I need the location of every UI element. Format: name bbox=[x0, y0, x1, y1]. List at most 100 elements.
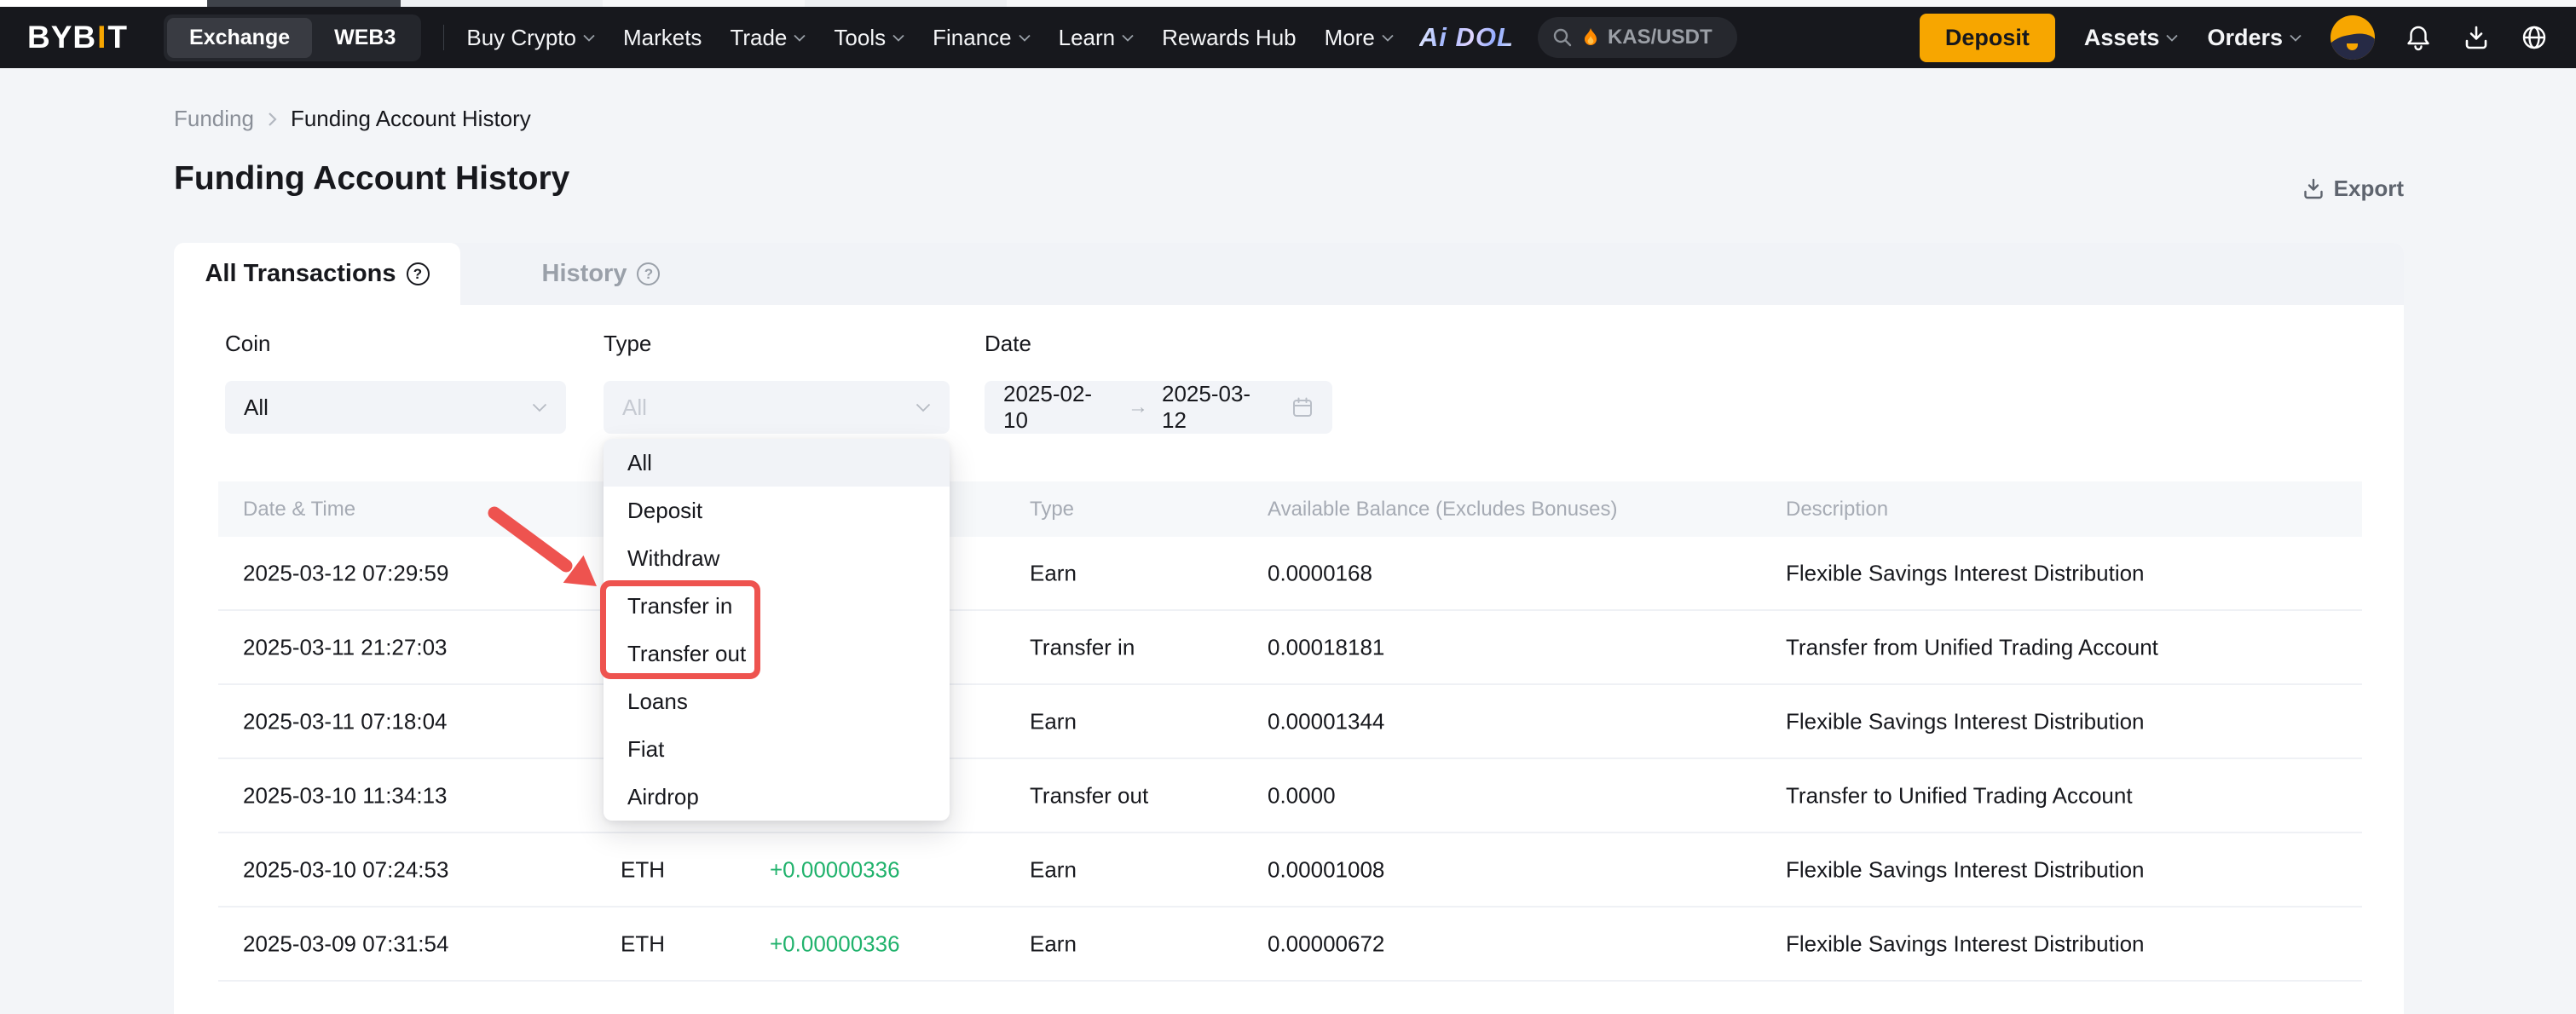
table-row: 2025-03-11 21:27:03Transfer in0.00018181… bbox=[218, 611, 2362, 685]
cell-coin: ETH bbox=[621, 930, 665, 957]
table-row: 2025-03-11 07:18:04 Earn 0.00001344 Flexibl… bbox=[218, 685, 2362, 759]
chevron-down-icon bbox=[1122, 34, 1134, 42]
cell-balance: 0.00001008 bbox=[1268, 856, 1384, 883]
table-row: 2025-03-10 11:34:13Transfer out0.0000Tra… bbox=[218, 759, 2362, 833]
chevron-down-icon bbox=[915, 403, 931, 412]
cell-coin: ETH bbox=[621, 856, 665, 883]
nav-buy-crypto[interactable]: Buy Crypto bbox=[466, 25, 595, 51]
date-to-value: 2025-03-12 bbox=[1162, 381, 1273, 434]
nav-finance[interactable]: Finance bbox=[933, 25, 1031, 51]
type-option-deposit[interactable]: Deposit bbox=[604, 487, 950, 534]
nav-rewards-hub[interactable]: Rewards Hub bbox=[1162, 25, 1297, 51]
type-dropdown-menu: AllDepositWithdrawTransfer inTransfer ou… bbox=[604, 439, 950, 821]
assets-menu[interactable]: Assets bbox=[2084, 25, 2179, 51]
exchange-web3-toggle: Exchange WEB3 bbox=[164, 14, 421, 61]
column-header-datetime: Date & Time bbox=[243, 498, 355, 521]
language-globe-icon[interactable] bbox=[2520, 23, 2549, 52]
table-body: 2025-03-12 07:29:59Earn0.0000168Flexible… bbox=[218, 537, 2362, 982]
toggle-web3[interactable]: WEB3 bbox=[312, 18, 418, 58]
table-row: 2025-03-10 07:24:53ETH+0.00000336Earn0.0… bbox=[218, 833, 2362, 907]
browser-chrome-strip bbox=[0, 0, 2576, 7]
type-select[interactable]: All bbox=[604, 381, 950, 434]
nav-more[interactable]: More bbox=[1325, 25, 1394, 51]
nav-trade[interactable]: Trade bbox=[730, 25, 806, 51]
type-filter-label: Type bbox=[604, 331, 651, 357]
coin-select-value: All bbox=[244, 395, 269, 421]
chevron-down-icon bbox=[892, 34, 904, 42]
cell-datetime: 2025-03-11 21:27:03 bbox=[243, 634, 448, 660]
cell-type: Earn bbox=[1030, 856, 1077, 883]
chevron-down-icon bbox=[1019, 34, 1031, 42]
orders-menu[interactable]: Orders bbox=[2207, 25, 2302, 51]
tab-all-transactions[interactable]: All Transactions ? bbox=[174, 243, 460, 305]
cell-description: Flexible Savings Interest Distribution bbox=[1786, 930, 2145, 957]
column-header-description: Description bbox=[1786, 498, 1888, 521]
cell-type: Earn bbox=[1030, 560, 1077, 586]
table-header-row: Date & TimeTypeAvailable Balance (Exclud… bbox=[218, 481, 2362, 537]
type-option-fiat[interactable]: Fiat bbox=[604, 725, 950, 773]
cell-balance: 0.0000168 bbox=[1268, 560, 1372, 586]
cell-balance: 0.00000672 bbox=[1268, 930, 1384, 957]
type-option-transfer-out[interactable]: Transfer out bbox=[604, 630, 950, 677]
table-row: 2025-03-09 07:31:54ETH+0.00000336Earn0.0… bbox=[218, 907, 2362, 982]
cell-datetime: 2025-03-09 07:31:54 bbox=[243, 930, 448, 957]
chevron-down-icon bbox=[794, 34, 806, 42]
cell-balance: 0.0000 bbox=[1268, 782, 1336, 809]
coin-select[interactable]: All bbox=[225, 381, 566, 434]
top-navigation-bar: BYBIT Exchange WEB3 Buy Crypto Markets T… bbox=[0, 7, 2576, 68]
chevron-down-icon bbox=[532, 403, 547, 412]
date-range-arrow: → bbox=[1128, 395, 1148, 419]
logo-text-end: T bbox=[107, 20, 128, 55]
divider bbox=[443, 25, 444, 50]
type-option-all[interactable]: All bbox=[604, 439, 950, 487]
cell-amount: +0.00000336 bbox=[770, 856, 900, 883]
main-nav: Buy Crypto Markets Trade Tools Finance L… bbox=[466, 25, 1394, 51]
cell-description: Flexible Savings Interest Distribution bbox=[1786, 708, 2145, 735]
cell-type: Transfer in bbox=[1030, 634, 1135, 660]
nav-markets[interactable]: Markets bbox=[623, 25, 702, 51]
type-option-withdraw[interactable]: Withdraw bbox=[604, 534, 950, 582]
breadcrumb-funding[interactable]: Funding bbox=[174, 106, 254, 132]
coin-filter-label: Coin bbox=[225, 331, 270, 357]
tab-history[interactable]: History ? bbox=[460, 243, 742, 305]
help-icon[interactable]: ? bbox=[637, 262, 660, 285]
flame-icon bbox=[1582, 27, 1599, 48]
export-button[interactable]: Export bbox=[2302, 176, 2404, 202]
type-option-transfer-in[interactable]: Transfer in bbox=[604, 582, 950, 630]
cell-description: Flexible Savings Interest Distribution bbox=[1786, 856, 2145, 883]
user-avatar[interactable] bbox=[2331, 15, 2375, 60]
toggle-exchange[interactable]: Exchange bbox=[167, 18, 312, 58]
deposit-button[interactable]: Deposit bbox=[1920, 14, 2055, 62]
nav-tools[interactable]: Tools bbox=[834, 25, 904, 51]
search-box[interactable]: KAS/USDT bbox=[1538, 17, 1737, 58]
aidol-logo[interactable]: Ai DOL bbox=[1419, 22, 1514, 53]
top-right-actions: Deposit Assets Orders bbox=[1920, 14, 2549, 62]
cell-description: Transfer to Unified Trading Account bbox=[1786, 782, 2133, 809]
column-header-balance: Available Balance (Excludes Bonuses) bbox=[1268, 498, 1617, 521]
download-app-icon[interactable] bbox=[2462, 23, 2491, 52]
cell-type: Earn bbox=[1030, 930, 1077, 957]
date-range-picker[interactable]: 2025-02-10 → 2025-03-12 bbox=[985, 381, 1332, 434]
cell-description: Flexible Savings Interest Distribution bbox=[1786, 560, 2145, 586]
notifications-bell-icon[interactable] bbox=[2404, 23, 2433, 52]
content-card: All Transactions ? History ? Coin Type D… bbox=[174, 243, 2404, 1014]
table-row: 2025-03-12 07:29:59Earn0.0000168Flexible… bbox=[218, 537, 2362, 611]
bybit-logo[interactable]: BYBIT bbox=[27, 20, 128, 55]
cell-type: Transfer out bbox=[1030, 782, 1148, 809]
tab-strip: All Transactions ? History ? bbox=[174, 243, 2404, 305]
cell-datetime: 2025-03-11 07:18:04 bbox=[243, 708, 448, 735]
chevron-right-icon bbox=[268, 112, 277, 127]
chevron-down-icon bbox=[2290, 34, 2302, 42]
nav-learn[interactable]: Learn bbox=[1059, 25, 1135, 51]
type-option-loans[interactable]: Loans bbox=[604, 677, 950, 725]
cell-type: Earn bbox=[1030, 708, 1077, 735]
cell-description: Transfer from Unified Trading Account bbox=[1786, 634, 2158, 660]
date-filter-label: Date bbox=[985, 331, 1031, 357]
search-icon bbox=[1551, 26, 1574, 49]
help-icon[interactable]: ? bbox=[407, 262, 430, 285]
type-option-airdrop[interactable]: Airdrop bbox=[604, 773, 950, 821]
page-title: Funding Account History bbox=[174, 160, 569, 198]
export-icon bbox=[2302, 177, 2325, 201]
chevron-down-icon bbox=[2166, 34, 2178, 42]
cell-balance: 0.00001344 bbox=[1268, 708, 1384, 735]
